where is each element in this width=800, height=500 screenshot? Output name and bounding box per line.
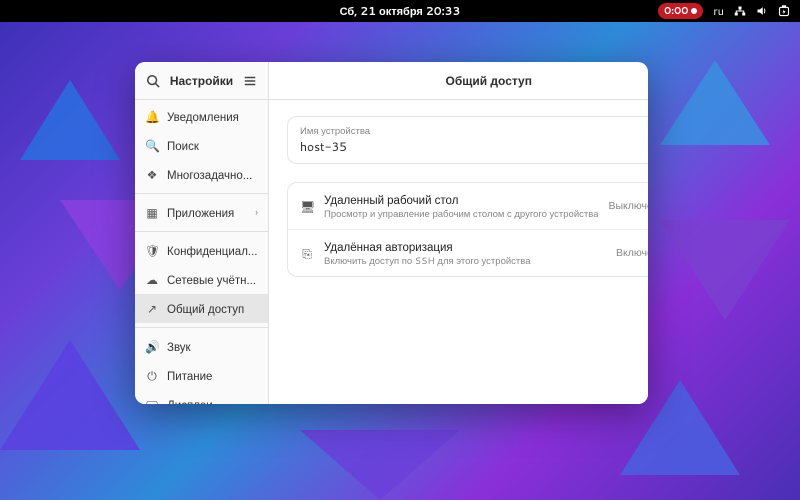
separator bbox=[135, 231, 268, 232]
sidebar-item-c0[interactable]: 🛡 Конфиденциальность bbox=[135, 236, 268, 265]
option-title: Удалённая авторизация bbox=[324, 238, 606, 255]
sidebar-item-label: Питание bbox=[167, 367, 258, 384]
sidebar-item-icon: ↗ bbox=[145, 300, 159, 317]
page-title: Общий доступ bbox=[446, 72, 532, 89]
option-subtitle: Просмотр и управление рабочим столом с д… bbox=[324, 208, 598, 221]
option-subtitle: Включить доступ по SSH для этого устройс… bbox=[324, 255, 606, 268]
screencast-indicator[interactable]: 0:00 bbox=[658, 3, 703, 19]
option-icon: 🖥 bbox=[300, 198, 314, 215]
sidebar-item-icon: ⏻ bbox=[145, 367, 159, 384]
sidebar-item-a0[interactable]: 🔔 Уведомления bbox=[135, 102, 268, 131]
sidebar-item-icon: ❖ bbox=[145, 166, 159, 183]
sidebar-item-icon: ☁ bbox=[145, 271, 159, 288]
menu-button[interactable] bbox=[239, 70, 260, 92]
sidebar-item-label: Многозадачность bbox=[167, 166, 258, 183]
device-name-value: host-35 bbox=[300, 138, 648, 155]
sidebar-item-d0[interactable]: 🔊 Звук bbox=[135, 332, 268, 361]
sidebar-item-label: Поиск bbox=[167, 137, 258, 154]
sidebar-item-a2[interactable]: ❖ Многозадачность bbox=[135, 160, 268, 189]
sidebar-item-icon: 🔔 bbox=[145, 108, 159, 125]
sidebar-item-b0[interactable]: ▦ Приложения › bbox=[135, 198, 268, 227]
sidebar-item-label: Дисплеи bbox=[167, 396, 258, 404]
option-status: Выключено bbox=[608, 199, 648, 213]
option-title: Удаленный рабочий стол bbox=[324, 191, 598, 208]
sidebar-item-d1[interactable]: ⏻ Питание bbox=[135, 361, 268, 390]
sidebar-item-icon: ▦ bbox=[145, 204, 159, 221]
sidebar-list: 🔔 Уведомления 🔍 Поиск ❖ Многозадачность ▦ Прил… bbox=[135, 100, 268, 404]
sidebar-item-c2[interactable]: ↗ Общий доступ bbox=[135, 294, 268, 323]
chevron-right-icon: › bbox=[255, 206, 258, 220]
volume-icon[interactable] bbox=[756, 5, 768, 17]
search-button[interactable] bbox=[143, 70, 164, 92]
sidebar-title: Настройки bbox=[170, 72, 233, 89]
clock[interactable]: Сб, 21 октября 20:33 bbox=[340, 3, 461, 19]
sidebar-item-c1[interactable]: ☁ Сетевые учётные записи bbox=[135, 265, 268, 294]
sharing-option-row[interactable]: 🖥 Удаленный рабочий столПросмотр и управл… bbox=[288, 183, 648, 229]
sidebar-item-label: Уведомления bbox=[167, 108, 258, 125]
sharing-option-row[interactable]: ⎘ Удалённая авторизацияВключить доступ по… bbox=[288, 229, 648, 276]
device-name-card: Имя устройства host-35 bbox=[287, 116, 648, 164]
sidebar-item-a1[interactable]: 🔍 Поиск bbox=[135, 131, 268, 160]
power-icon[interactable] bbox=[778, 5, 790, 17]
sidebar-item-label: Конфиденциальность bbox=[167, 242, 258, 259]
content-panel: Общий доступ Имя устройства host-35 🖥 Уда… bbox=[269, 62, 648, 404]
device-name-label: Имя устройства bbox=[300, 125, 648, 138]
sharing-options-card: 🖥 Удаленный рабочий столПросмотр и управл… bbox=[287, 182, 648, 277]
separator bbox=[135, 327, 268, 328]
sidebar-item-icon: 🖵 bbox=[145, 396, 159, 404]
content-body: Имя устройства host-35 🖥 Удаленный рабочи… bbox=[269, 100, 648, 404]
sidebar-item-icon: 🔊 bbox=[145, 338, 159, 355]
sidebar: Настройки 🔔 Уведомления 🔍 Поиск ❖ Многозадачн… bbox=[135, 62, 269, 404]
content-header: Общий доступ bbox=[269, 62, 648, 100]
sidebar-item-label: Звук bbox=[167, 338, 258, 355]
sidebar-item-label: Общий доступ bbox=[167, 300, 258, 317]
sidebar-item-label: Сетевые учётные записи bbox=[167, 271, 258, 288]
settings-window: Настройки 🔔 Уведомления 🔍 Поиск ❖ Многозадачн… bbox=[135, 62, 648, 404]
sidebar-item-icon: 🛡 bbox=[145, 242, 159, 259]
sidebar-item-d2[interactable]: 🖵 Дисплеи bbox=[135, 390, 268, 404]
sidebar-item-label: Приложения bbox=[167, 204, 247, 221]
keyboard-layout-indicator[interactable]: ru bbox=[713, 3, 724, 19]
sidebar-header: Настройки bbox=[135, 62, 268, 100]
sidebar-item-icon: 🔍 bbox=[145, 137, 159, 154]
option-status: Включено bbox=[616, 246, 648, 260]
option-icon: ⎘ bbox=[300, 245, 314, 262]
separator bbox=[135, 193, 268, 194]
top-bar: Сб, 21 октября 20:33 0:00 ru bbox=[0, 0, 800, 22]
network-icon[interactable] bbox=[734, 5, 746, 17]
